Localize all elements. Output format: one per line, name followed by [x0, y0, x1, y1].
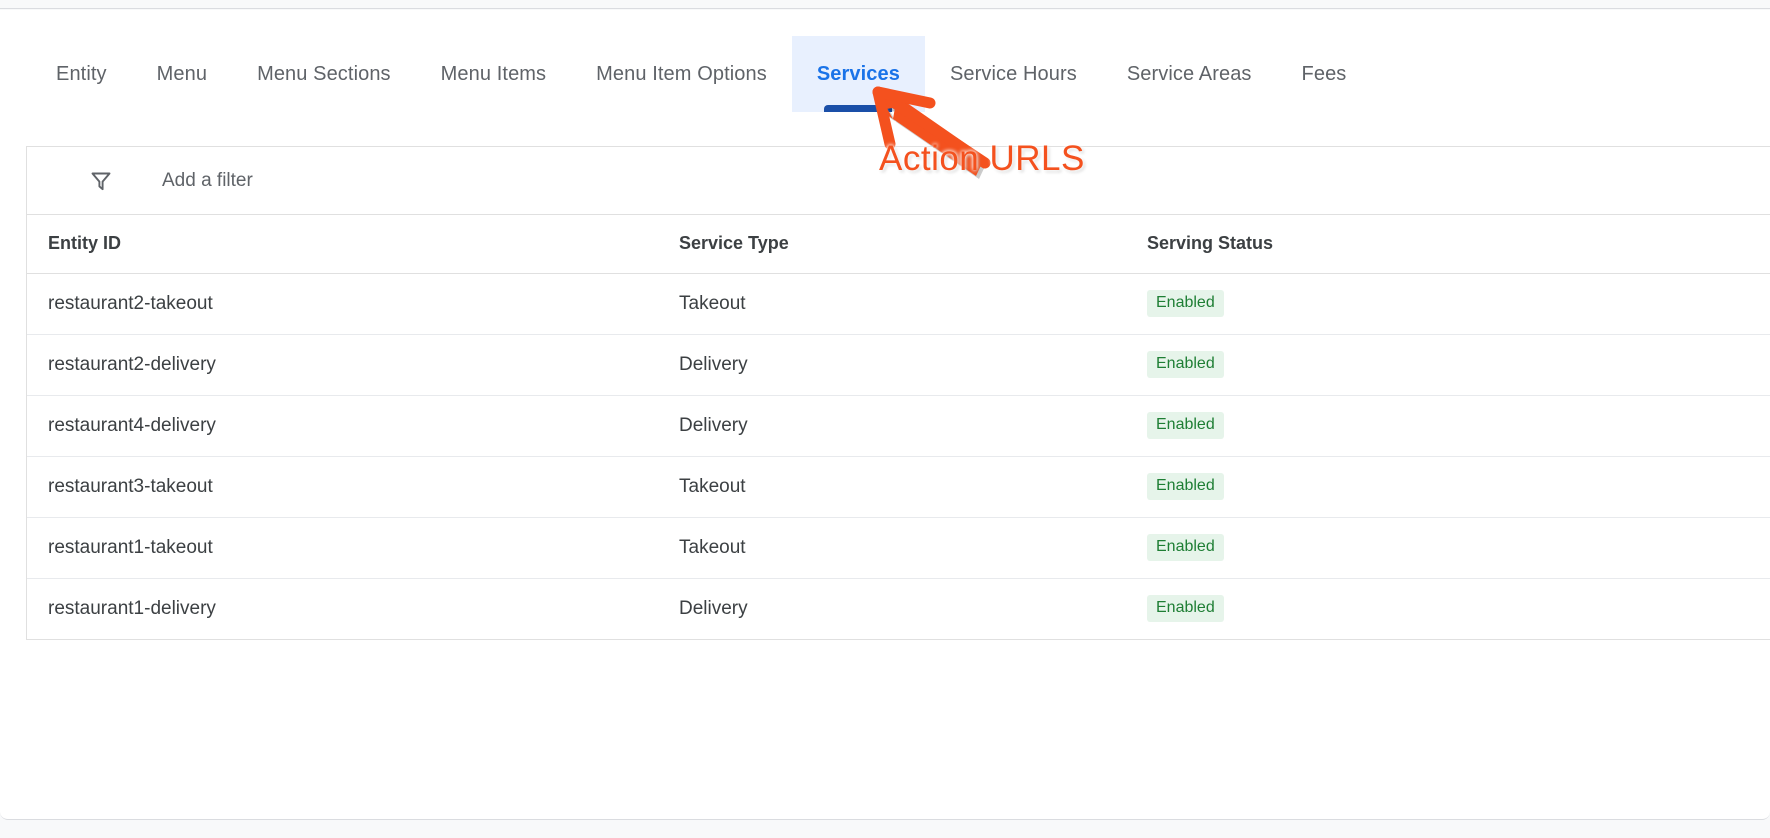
filter-input[interactable]: Add a filter — [162, 170, 253, 192]
services-card: Add a filter Entity ID Service Type Serv… — [26, 146, 1770, 640]
tab-label: Service Areas — [1126, 62, 1252, 85]
cell-entity-id: restaurant4-delivery — [27, 395, 679, 457]
status-badge: Enabled — [1147, 290, 1224, 317]
tab-fees[interactable]: Fees — [1277, 36, 1372, 112]
app-root: Entity Menu Menu Sections Menu Items Men… — [0, 0, 1770, 838]
tab-label: Menu — [156, 62, 208, 85]
filter-bar[interactable]: Add a filter — [27, 147, 1770, 215]
top-chrome-strip — [0, 0, 1770, 9]
tab-menu-items[interactable]: Menu Items — [416, 36, 571, 112]
status-badge: Enabled — [1147, 412, 1224, 439]
status-badge: Enabled — [1147, 351, 1224, 378]
cell-serving-status: Enabled — [1126, 334, 1770, 396]
cell-service-type: Delivery — [679, 395, 1126, 457]
table-row[interactable]: restaurant1-delivery Delivery Enabled — [27, 578, 1770, 639]
table-row[interactable]: restaurant1-takeout Takeout Enabled — [27, 517, 1770, 579]
tab-entity[interactable]: Entity — [31, 36, 132, 112]
tab-service-hours[interactable]: Service Hours — [925, 36, 1102, 112]
cell-entity-id: restaurant2-delivery — [27, 334, 679, 396]
tab-label: Services — [816, 62, 900, 85]
table-row[interactable]: restaurant2-delivery Delivery Enabled — [27, 334, 1770, 396]
cell-entity-id: restaurant1-takeout — [27, 517, 679, 579]
tab-label: Entity — [56, 62, 107, 85]
table-row[interactable]: restaurant3-takeout Takeout Enabled — [27, 456, 1770, 518]
table-head: Entity ID Service Type Serving Status — [27, 215, 1770, 274]
cell-entity-id: restaurant3-takeout — [27, 456, 679, 518]
table-header-row: Entity ID Service Type Serving Status — [27, 215, 1770, 274]
services-table: Entity ID Service Type Serving Status re… — [27, 215, 1770, 639]
status-badge: Enabled — [1147, 534, 1224, 561]
tab-label: Menu Item Options — [596, 62, 767, 85]
tab-menu-item-options[interactable]: Menu Item Options — [571, 36, 792, 112]
tab-services[interactable]: Services — [791, 36, 925, 112]
status-badge: Enabled — [1147, 473, 1224, 500]
tab-label: Menu Items — [440, 62, 547, 85]
filter-funnel-icon — [89, 169, 113, 193]
status-badge: Enabled — [1147, 595, 1224, 623]
tab-menu[interactable]: Menu — [132, 36, 232, 112]
column-header-serving-status[interactable]: Serving Status — [1126, 215, 1770, 274]
tab-label: Menu Sections — [257, 62, 391, 85]
cell-service-type: Delivery — [679, 334, 1126, 396]
table-row[interactable]: restaurant4-delivery Delivery Enabled — [27, 395, 1770, 457]
column-header-entity-id[interactable]: Entity ID — [27, 215, 679, 274]
cell-serving-status: Enabled — [1126, 517, 1770, 579]
active-tab-underline — [824, 105, 893, 112]
tab-label: Fees — [1301, 62, 1347, 85]
cell-entity-id: restaurant1-delivery — [48, 597, 216, 619]
cell-serving-status: Enabled — [1126, 578, 1770, 639]
tab-service-areas[interactable]: Service Areas — [1102, 36, 1277, 112]
cell-entity-id: restaurant2-takeout — [27, 273, 679, 335]
cell-service-type: Delivery — [679, 597, 748, 619]
tab-label: Service Hours — [949, 62, 1077, 85]
cell-service-type: Takeout — [679, 517, 1126, 579]
cell-serving-status: Enabled — [1126, 395, 1770, 457]
cell-serving-status: Enabled — [1126, 456, 1770, 518]
table-body: restaurant2-takeout Takeout Enabled rest… — [27, 273, 1770, 639]
column-header-service-type[interactable]: Service Type — [679, 215, 1126, 274]
cell-serving-status: Enabled — [1126, 273, 1770, 335]
cell-service-type: Takeout — [679, 273, 1126, 335]
tab-bar: Entity Menu Menu Sections Menu Items Men… — [0, 36, 1770, 112]
bottom-chrome-strip — [0, 821, 1770, 838]
tab-menu-sections[interactable]: Menu Sections — [232, 36, 416, 112]
page-surface: Entity Menu Menu Sections Menu Items Men… — [0, 10, 1770, 820]
cell-service-type: Takeout — [679, 456, 1126, 518]
table-row[interactable]: restaurant2-takeout Takeout Enabled — [27, 273, 1770, 335]
